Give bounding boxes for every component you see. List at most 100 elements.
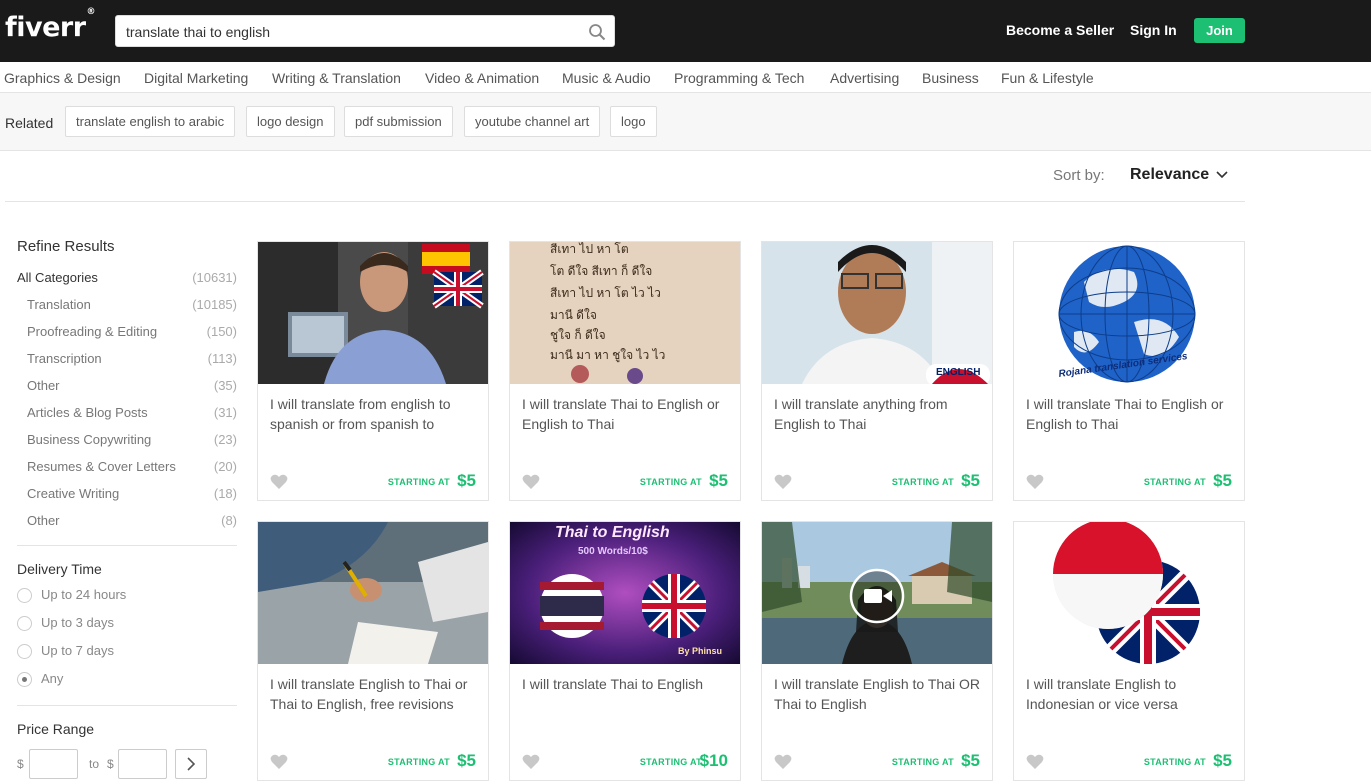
category-nav: Graphics & Design Digital Marketing Writ… [0, 62, 1371, 93]
thai-text-line: มานี มา หา ชูใจ ไว ไว [550, 348, 666, 362]
heart-icon[interactable] [270, 474, 288, 490]
gig-card[interactable]: I will translate English to Indonesian o… [1013, 521, 1245, 781]
gig-thumbnail[interactable] [258, 242, 488, 384]
related-tag[interactable]: youtube channel art [464, 106, 601, 137]
gig-card[interactable]: สีเทา ไป หา โต โต ดีใจ สีเทา ก็ ดีใจ สีเ… [509, 241, 741, 501]
gig-card[interactable]: ENGLISH I will translate anything from E… [761, 241, 993, 501]
price-apply-button[interactable] [175, 749, 207, 779]
divider [17, 705, 237, 706]
related-bar: Related translate english to arabic logo… [0, 93, 1371, 151]
category-link[interactable]: Digital Marketing [144, 70, 248, 86]
category-link[interactable]: Fun & Lifestyle [1001, 70, 1094, 86]
gig-title[interactable]: I will translate Thai to English [522, 674, 732, 694]
category-link[interactable]: Video & Animation [425, 70, 539, 86]
price-max-input[interactable] [118, 749, 167, 779]
starting-at-label: STARTING AT [891, 757, 954, 767]
related-tag[interactable]: pdf submission [344, 106, 453, 137]
filter-subcategory[interactable]: Creative Writing (18) [27, 486, 237, 506]
gig-title[interactable]: I will translate from english to spanish… [270, 394, 480, 434]
banner-subtitle: 500 Words/10$ [578, 546, 648, 557]
heart-icon[interactable] [522, 754, 540, 770]
sign-in-link[interactable]: Sign In [1130, 22, 1177, 38]
gig-title[interactable]: I will translate Thai to English or Engl… [522, 394, 732, 434]
price-min-input[interactable] [29, 749, 78, 779]
related-tag[interactable]: logo [610, 106, 657, 137]
category-link[interactable]: Advertising [830, 70, 899, 86]
filter-subcategory[interactable]: Transcription (113) [27, 351, 237, 371]
gig-card[interactable]: I will translate from english to spanish… [257, 241, 489, 501]
gig-card[interactable]: Rojana translation services I will trans… [1013, 241, 1245, 501]
refine-title: Refine Results [17, 238, 115, 255]
chevron-down-icon[interactable] [1215, 168, 1229, 182]
gig-price: $5 [457, 471, 476, 490]
gig-card[interactable]: Thai to English 500 Words/10$ By Phinsu … [509, 521, 741, 781]
sort-dropdown[interactable]: Relevance [1130, 166, 1209, 184]
gig-thumbnail[interactable]: Rojana translation services [1014, 242, 1244, 384]
gig-thumbnail[interactable] [1014, 522, 1244, 664]
filter-subcategory[interactable]: Business Copywriting (23) [27, 432, 237, 452]
become-seller-link[interactable]: Become a Seller [1006, 22, 1114, 38]
divider [5, 201, 1245, 202]
gig-thumbnail[interactable] [762, 522, 992, 664]
gig-title[interactable]: I will translate Thai to English or Engl… [1026, 394, 1236, 434]
related-tag[interactable]: translate english to arabic [65, 106, 236, 137]
starting-at-label: STARTING AT [1143, 757, 1206, 767]
starting-at-label: STARTING AT [387, 477, 450, 487]
related-label: Related [5, 115, 54, 131]
delivery-title: Delivery Time [17, 561, 102, 577]
english-badge-text: ENGLISH [936, 367, 981, 378]
gig-title[interactable]: I will translate English to Thai OR Thai… [774, 674, 984, 714]
gig-title[interactable]: I will translate English to Indonesian o… [1026, 674, 1236, 714]
filter-subcategory[interactable]: Translation (10185) [27, 297, 237, 317]
fiverr-logo[interactable]: fiverr® [5, 7, 96, 43]
filter-subcategory[interactable]: Other (8) [27, 513, 237, 533]
filter-subcategory[interactable]: Resumes & Cover Letters (20) [27, 459, 237, 479]
category-link[interactable]: Business [922, 70, 979, 86]
heart-icon[interactable] [774, 474, 792, 490]
gig-price: $5 [1213, 751, 1232, 770]
thai-text-line: โต ดีใจ สีเทา ก็ ดีใจ [550, 264, 653, 278]
category-link[interactable]: Graphics & Design [4, 70, 121, 86]
starting-at-label: STARTING AT [891, 477, 954, 487]
heart-icon[interactable] [522, 474, 540, 490]
gig-price: $5 [961, 751, 980, 770]
starting-at-label: STARTING AT [639, 757, 702, 767]
gig-card[interactable]: I will translate English to Thai OR Thai… [761, 521, 993, 781]
chevron-right-icon [187, 757, 196, 771]
category-link[interactable]: Music & Audio [562, 70, 651, 86]
join-button[interactable]: Join [1194, 18, 1245, 43]
gig-thumbnail[interactable]: Thai to English 500 Words/10$ By Phinsu [510, 522, 740, 664]
filter-all-categories[interactable]: All Categories (10631) [17, 270, 237, 290]
starting-at-label: STARTING AT [1143, 477, 1206, 487]
price-range-title: Price Range [17, 721, 95, 737]
banner-title: Thai to English [555, 524, 670, 541]
gig-card[interactable]: I will translate English to Thai or Thai… [257, 521, 489, 781]
starting-at-label: STARTING AT [639, 477, 702, 487]
category-link[interactable]: Writing & Translation [272, 70, 401, 86]
heart-icon[interactable] [1026, 754, 1044, 770]
heart-icon[interactable] [1026, 474, 1044, 490]
gig-price: $5 [961, 471, 980, 490]
gig-thumbnail[interactable]: สีเทา ไป หา โต โต ดีใจ สีเทา ก็ ดีใจ สีเ… [510, 242, 740, 384]
filter-subcategory[interactable]: Proofreading & Editing (150) [27, 324, 237, 344]
search-icon[interactable] [588, 23, 606, 41]
gig-title[interactable]: I will translate English to Thai or Thai… [270, 674, 480, 714]
search-box [115, 15, 615, 47]
heart-icon[interactable] [270, 754, 288, 770]
top-header: fiverr® Become a Seller Sign In Join [0, 0, 1371, 62]
filter-subcategory[interactable]: Other (35) [27, 378, 237, 398]
gig-price: $5 [457, 751, 476, 770]
filter-subcategory[interactable]: Articles & Blog Posts (31) [27, 405, 237, 425]
category-link[interactable]: Programming & Tech [674, 70, 804, 86]
gig-title[interactable]: I will translate anything from English t… [774, 394, 984, 434]
sort-label: Sort by: [1053, 167, 1105, 184]
gig-price: $5 [709, 471, 728, 490]
thai-text-line: ชูใจ ก็ ดีใจ [550, 328, 606, 342]
gig-thumbnail[interactable]: ENGLISH [762, 242, 992, 384]
search-input[interactable] [126, 21, 576, 43]
heart-icon[interactable] [774, 754, 792, 770]
starting-at-label: STARTING AT [387, 757, 450, 767]
divider [17, 545, 237, 546]
related-tag[interactable]: logo design [246, 106, 335, 137]
gig-thumbnail[interactable] [258, 522, 488, 664]
